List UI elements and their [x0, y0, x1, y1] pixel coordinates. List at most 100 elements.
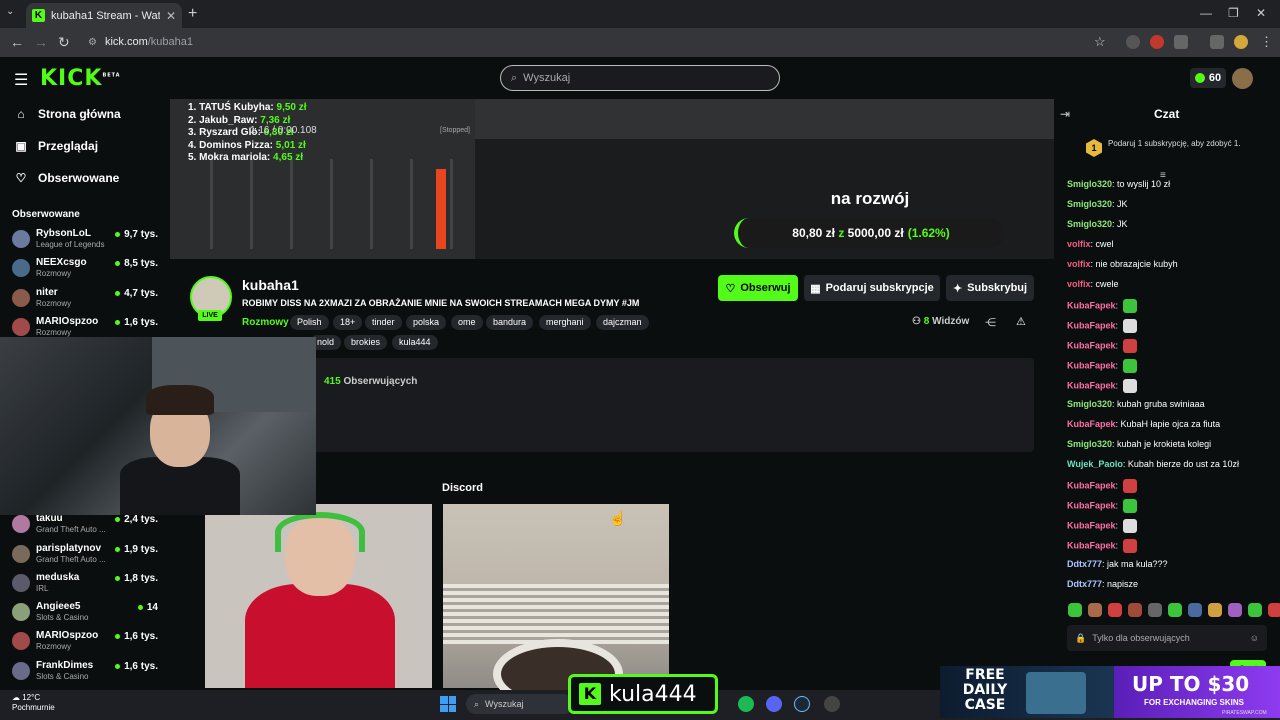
url-field[interactable]: ⚙ kick.com/kubaha1: [80, 32, 1120, 52]
extension-icon[interactable]: [1126, 35, 1140, 49]
follow-button[interactable]: ♡ Obserwuj: [718, 275, 798, 301]
followed-channel-item[interactable]: niter Rozmowy 4,7 tys.: [12, 287, 162, 315]
report-icon[interactable]: ⚠: [1016, 315, 1026, 328]
emote-icon[interactable]: [1128, 603, 1142, 617]
followed-channel-item[interactable]: FrankDimes Slots & Casino 1,6 tys.: [12, 660, 162, 688]
chat-username[interactable]: Smiglo320: [1067, 439, 1112, 449]
emote-icon[interactable]: [1228, 603, 1242, 617]
stream-tag[interactable]: brokies: [344, 335, 388, 350]
chat-username[interactable]: volfix: [1067, 259, 1091, 269]
heart-icon: ♡: [725, 282, 736, 295]
chat-username[interactable]: KubaFapek: [1067, 419, 1116, 429]
profile-icon[interactable]: [1234, 35, 1248, 49]
browser-tab[interactable]: K kubaha1 Stream - Watch Live o ✕: [26, 3, 182, 28]
chat-username[interactable]: Wujek_Paolo: [1067, 459, 1123, 469]
close-tab-icon[interactable]: ✕: [166, 9, 176, 23]
emote-icon[interactable]: [1088, 603, 1102, 617]
forward-icon[interactable]: →: [34, 34, 48, 50]
site-info-icon[interactable]: ⚙: [88, 37, 97, 48]
obs-icon[interactable]: [824, 696, 840, 712]
chat-username[interactable]: KubaFapek: [1067, 520, 1116, 530]
back-icon[interactable]: ←: [10, 34, 24, 50]
channel-name[interactable]: kubaha1: [242, 277, 299, 293]
spotify-icon[interactable]: [738, 696, 754, 712]
maximize-icon[interactable]: ❐: [1228, 6, 1239, 20]
taskbar-search[interactable]: ⌕ Wyszukaj: [466, 694, 574, 714]
emote-icon[interactable]: [1208, 603, 1222, 617]
chat-username[interactable]: volfix: [1067, 239, 1091, 249]
stream-tag[interactable]: ome: [451, 315, 483, 330]
ad-banner-skins[interactable]: UP TO $30 FOR EXCHANGING SKINS PIRATESWAP.…: [1114, 666, 1280, 718]
gift-subs-button[interactable]: ▦ Podaruj subskrypcje: [804, 275, 940, 301]
chat-username[interactable]: Smiglo320: [1067, 179, 1112, 189]
user-avatar[interactable]: [1232, 68, 1253, 89]
stream-tag[interactable]: dajczman: [596, 315, 649, 330]
emote-icon[interactable]: [1268, 603, 1280, 617]
sidebar-item-home[interactable]: ⌂ Strona główna: [14, 107, 120, 121]
emote-picker-icon[interactable]: ☺: [1250, 633, 1259, 643]
new-tab-icon[interactable]: +: [188, 5, 197, 23]
chat-username[interactable]: KubaFapek: [1067, 500, 1116, 510]
stream-tag[interactable]: merghani: [539, 315, 591, 330]
chat-username[interactable]: KubaFapek: [1067, 340, 1116, 350]
chat-username[interactable]: Ddtx777: [1067, 559, 1102, 569]
chat-username[interactable]: volfix: [1067, 279, 1091, 289]
followed-channel-item[interactable]: RybsonLoL League of Legends 9,7 tys.: [12, 228, 162, 256]
chat-username[interactable]: Smiglo320: [1067, 399, 1112, 409]
ad-banner-free-case[interactable]: FREE DAILY CASE: [940, 666, 1116, 718]
chat-username[interactable]: Smiglo320: [1067, 219, 1112, 229]
reload-icon[interactable]: ↻: [58, 34, 70, 51]
emote-icon[interactable]: [1068, 603, 1082, 617]
chat-username[interactable]: Smiglo320: [1067, 199, 1112, 209]
followed-channel-item[interactable]: NEEXcsgo Rozmowy 8,5 tys.: [12, 257, 162, 285]
panel-image[interactable]: [205, 504, 432, 688]
emote-icon[interactable]: [1188, 603, 1202, 617]
collapse-chat-icon[interactable]: ⇥: [1060, 107, 1070, 121]
tab-search-icon[interactable]: ⌄: [6, 6, 14, 17]
chat-username[interactable]: KubaFapek: [1067, 360, 1116, 370]
discord-icon[interactable]: [766, 696, 782, 712]
followed-channel-item[interactable]: Angieee5 Slots & Casino 14: [12, 601, 162, 629]
emote-icon[interactable]: [1248, 603, 1262, 617]
windows-start-icon[interactable]: [440, 696, 456, 712]
chat-username[interactable]: Ddtx777: [1067, 579, 1102, 589]
stream-tag[interactable]: 18+: [333, 315, 363, 330]
stream-tag[interactable]: Polish: [290, 315, 329, 330]
chat-username[interactable]: KubaFapek: [1067, 480, 1116, 490]
chat-username[interactable]: KubaFapek: [1067, 380, 1116, 390]
chat-input[interactable]: 🔒 Tylko dla obserwujących ☺: [1067, 625, 1267, 651]
followed-channel-item[interactable]: parisplatynov Grand Theft Auto ... 1,9 tys…: [12, 543, 162, 571]
menu-icon[interactable]: ☰: [14, 70, 28, 90]
followed-channel-item[interactable]: takuu Grand Theft Auto ... 2,4 tys.: [12, 513, 162, 541]
search-input[interactable]: ⌕ Wyszukaj: [500, 65, 780, 91]
share-icon[interactable]: ⋲: [985, 316, 996, 329]
followed-channel-item[interactable]: MARIOspzoo Rozmowy 1,6 tys.: [12, 630, 162, 658]
kick-coins-button[interactable]: 60: [1190, 68, 1226, 88]
chat-username[interactable]: KubaFapek: [1067, 320, 1116, 330]
sidebar-item-following[interactable]: ♡ Obserwowane: [14, 171, 120, 185]
discord-panel-image[interactable]: [443, 504, 669, 709]
extension-icon[interactable]: [1150, 35, 1164, 49]
close-window-icon[interactable]: ✕: [1256, 6, 1266, 20]
minimize-icon[interactable]: —: [1200, 6, 1212, 20]
extensions-puzzle-icon[interactable]: [1174, 35, 1188, 49]
stream-tag[interactable]: polska: [406, 315, 447, 330]
chat-username[interactable]: KubaFapek: [1067, 540, 1116, 550]
media-control-icon[interactable]: [1210, 35, 1224, 49]
sidebar-item-browse[interactable]: ▣ Przeglądaj: [14, 139, 98, 153]
stream-tag[interactable]: kula444: [392, 335, 438, 350]
kick-logo[interactable]: KICKBETA: [40, 66, 121, 91]
category-link[interactable]: Rozmowy: [242, 317, 289, 328]
subscribe-button[interactable]: ✦ Subskrybuj: [946, 275, 1034, 301]
chat-username[interactable]: KubaFapek: [1067, 300, 1116, 310]
steam-icon[interactable]: [794, 696, 810, 712]
emote-icon[interactable]: [1168, 603, 1182, 617]
stream-tag[interactable]: tinder: [365, 315, 402, 330]
emote-icon[interactable]: [1108, 603, 1122, 617]
browser-menu-icon[interactable]: ⋮: [1260, 34, 1273, 50]
followed-channel-item[interactable]: meduska IRL 1,8 tys.: [12, 572, 162, 600]
weather-widget[interactable]: ☁ 12°C Pochmurnie: [12, 693, 55, 713]
emote-icon[interactable]: [1148, 603, 1162, 617]
bookmark-star-icon[interactable]: ☆: [1094, 34, 1106, 50]
stream-tag[interactable]: bandura: [486, 315, 534, 330]
